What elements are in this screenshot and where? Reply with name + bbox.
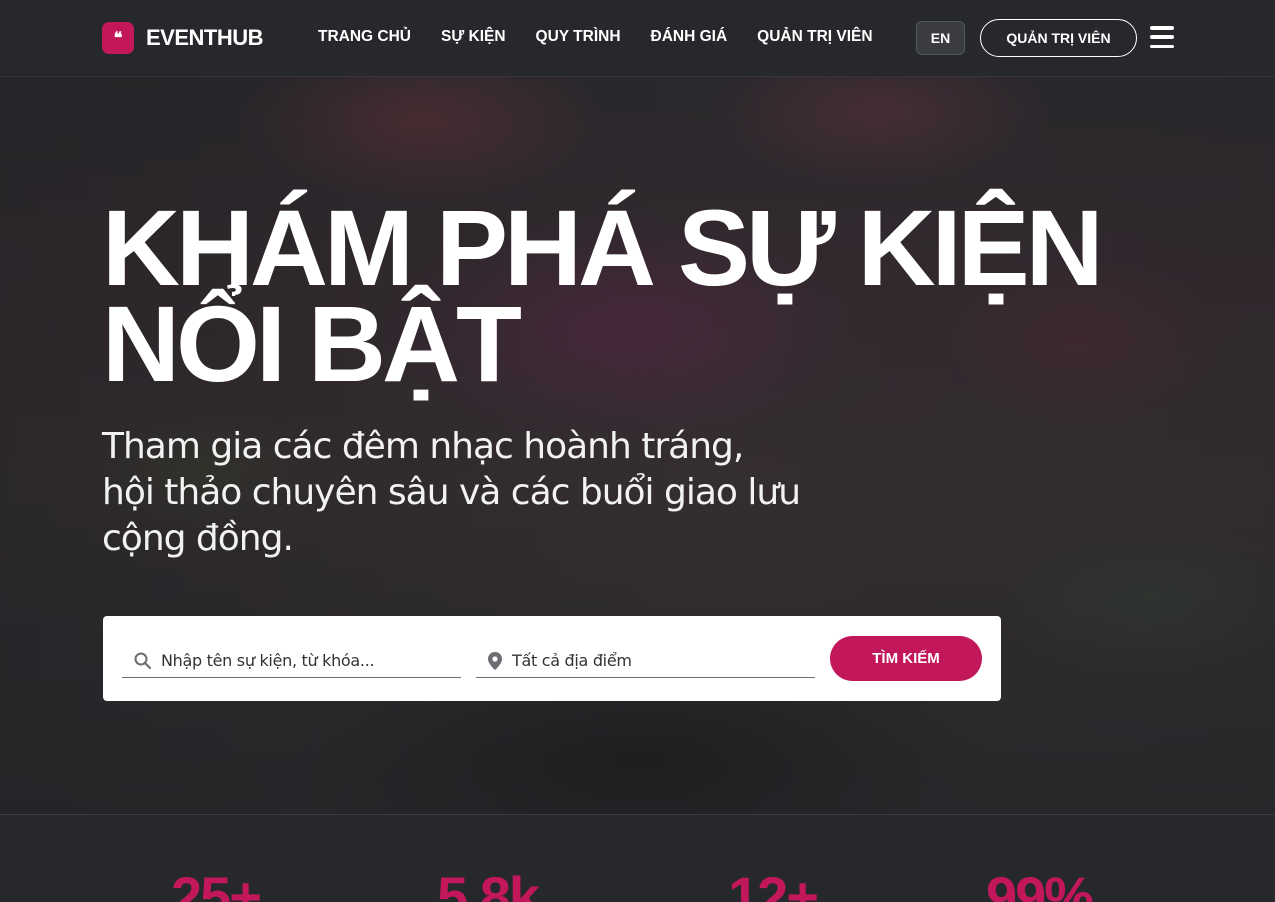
- hamburger-bar: [1150, 35, 1174, 39]
- hamburger-bar: [1150, 26, 1174, 30]
- language-toggle-button[interactable]: EN: [916, 21, 965, 55]
- search-button[interactable]: TÌM KIẾM: [830, 636, 982, 681]
- logo-link[interactable]: ❝ EVENTHUB: [102, 22, 264, 54]
- main-nav: TRANG CHỦ SỰ KIỆN QUY TRÌNH ĐÁNH GIÁ QUẢ…: [318, 28, 873, 46]
- admin-button[interactable]: QUẢN TRỊ VIÊN: [980, 19, 1137, 57]
- stat-value: 12+: [728, 865, 819, 902]
- hero-subtitle: Tham gia các đêm nhạc hoành tráng, hội t…: [102, 426, 801, 559]
- stat-value: 5.8k: [437, 865, 540, 902]
- stat-value: 99%: [986, 865, 1094, 902]
- keyword-input[interactable]: [161, 651, 451, 670]
- nav-item-events[interactable]: SỰ KIỆN: [441, 28, 506, 46]
- stat-value: 25+: [171, 865, 262, 902]
- map-pin-icon: [488, 651, 502, 670]
- nav-item-home[interactable]: TRANG CHỦ: [318, 28, 411, 46]
- hamburger-icon[interactable]: [1150, 26, 1174, 48]
- nav-item-admins[interactable]: QUẢN TRỊ VIÊN: [757, 28, 872, 46]
- hero-title-line-2: NỔI BẬT: [102, 283, 522, 404]
- stats-section: 25+ 5.8k 12+ 99%: [0, 815, 1275, 902]
- brand-name: EVENTHUB: [146, 25, 264, 50]
- hamburger-bar: [1150, 44, 1174, 48]
- quote-icon: ❝: [102, 22, 134, 54]
- keyword-field: [122, 644, 461, 678]
- location-input[interactable]: [512, 651, 802, 670]
- hero-title: KHÁM PHÁ SỰ KIỆN NỔI BẬT: [102, 187, 1104, 404]
- nav-item-process[interactable]: QUY TRÌNH: [536, 28, 621, 46]
- nav-item-reviews[interactable]: ĐÁNH GIÁ: [651, 28, 728, 46]
- location-field: [476, 644, 815, 678]
- hero-title-line-1: KHÁM PHÁ SỰ KIỆN: [102, 187, 1104, 308]
- search-icon: [134, 652, 151, 669]
- site-header: ❝ EVENTHUB TRANG CHỦ SỰ KIỆN QUY TRÌNH Đ…: [0, 0, 1275, 77]
- page: ❝ EVENTHUB TRANG CHỦ SỰ KIỆN QUY TRÌNH Đ…: [0, 0, 1275, 902]
- event-search-form: TÌM KIẾM: [103, 616, 1001, 701]
